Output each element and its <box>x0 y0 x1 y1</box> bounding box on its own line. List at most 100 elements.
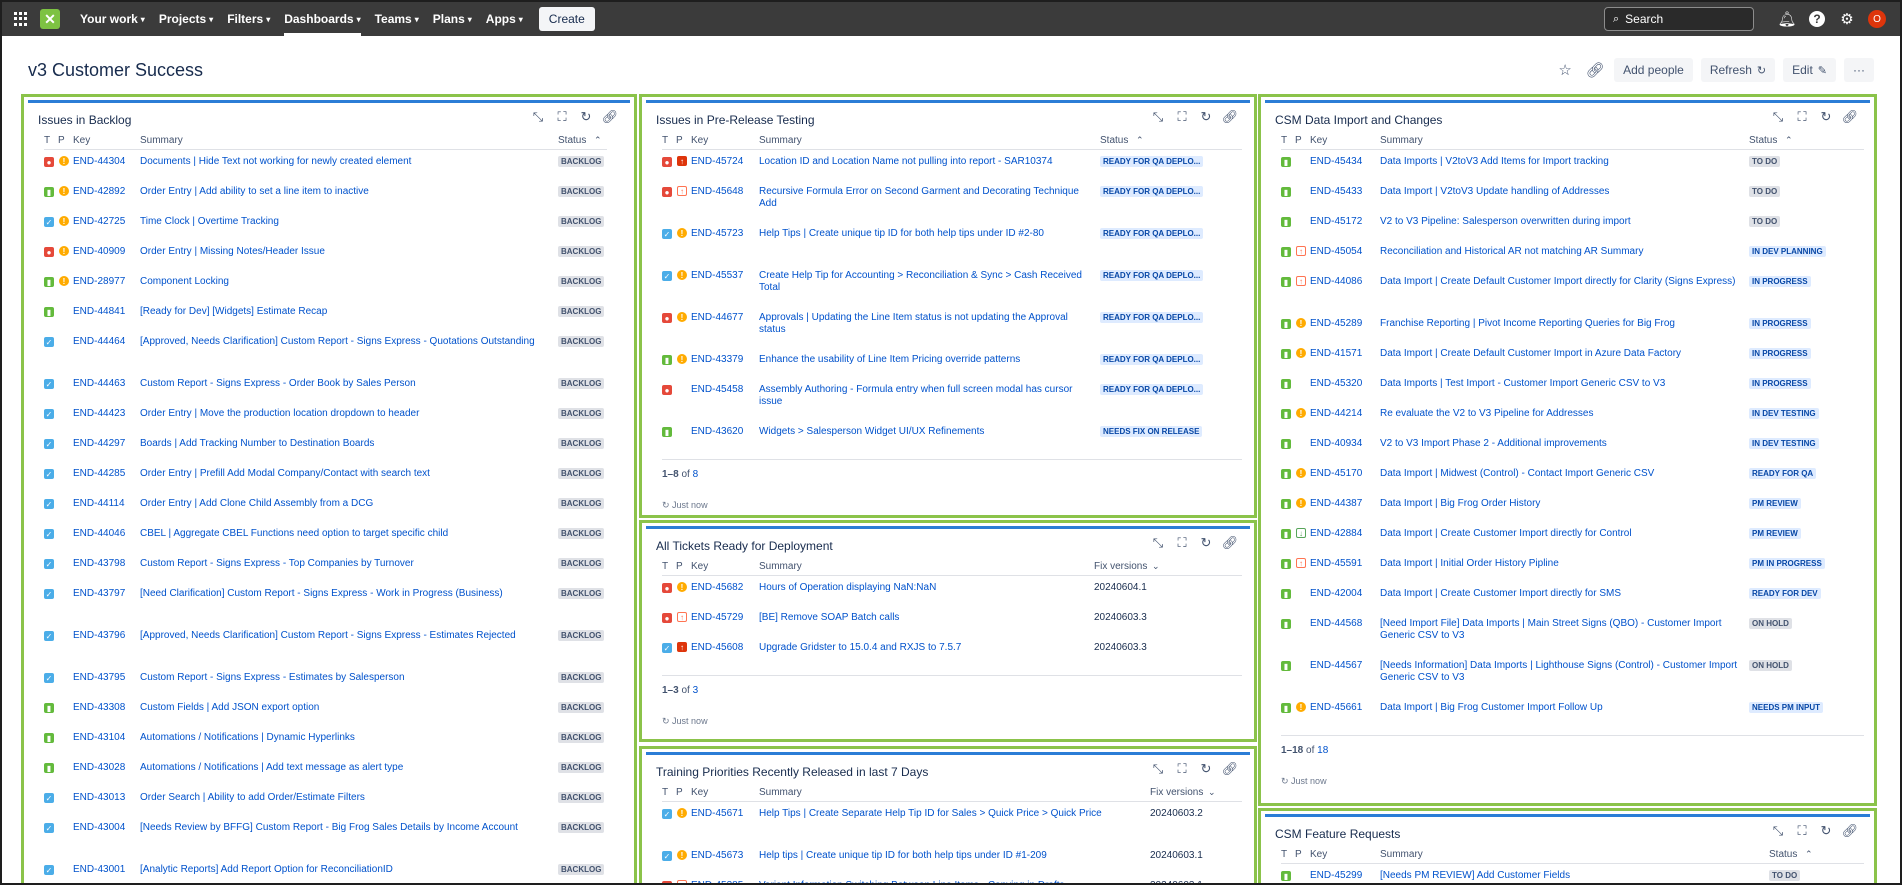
issue-summary-link[interactable]: Custom Report - Signs Express - Estimate… <box>140 672 540 684</box>
issue-summary-link[interactable]: Data Import | Midwest (Control) - Contac… <box>1380 468 1740 480</box>
table-row[interactable]: ▮ END-44841 [Ready for Dev] [Widgets] Esti… <box>44 305 607 335</box>
issue-key-link[interactable]: END-45673 <box>691 850 743 861</box>
issue-summary-link[interactable]: CBEL | Aggregate CBEL Functions need opt… <box>140 528 540 540</box>
issue-key-link[interactable]: END-42004 <box>1310 588 1362 599</box>
col-type-header[interactable]: T <box>44 135 50 149</box>
col-summary-header[interactable]: Summary <box>759 787 802 801</box>
table-row[interactable]: ▮ END-42004 Data Import | Create Customer … <box>1281 587 1864 617</box>
table-row[interactable]: ●! END-40909 Order Entry | Missing Notes/H… <box>44 245 607 275</box>
refresh-icon[interactable]: ↻ <box>1198 761 1214 777</box>
issue-summary-link[interactable]: Custom Report - Signs Express - Order Bo… <box>140 378 540 390</box>
issue-summary-link[interactable]: Create Help Tip for Accounting > Reconci… <box>759 270 1094 294</box>
issue-summary-link[interactable]: Boards | Add Tracking Number to Destinat… <box>140 438 540 450</box>
nav-item-3[interactable]: Dashboards ▾ <box>284 2 361 36</box>
table-row[interactable]: ▮! END-43379 Enhance the usability of Line… <box>662 353 1242 383</box>
minimize-icon[interactable]: ⤡ <box>1150 109 1166 125</box>
logo-icon[interactable]: ✕ <box>40 9 60 29</box>
issue-summary-link[interactable]: Custom Fields | Add JSON export option <box>140 702 540 714</box>
issue-summary-link[interactable]: Data Import | Create Default Customer Im… <box>1380 348 1740 360</box>
issue-key-link[interactable]: END-43797 <box>73 588 125 599</box>
issue-key-link[interactable]: END-40934 <box>1310 438 1362 449</box>
issue-key-link[interactable]: END-44841 <box>73 306 125 317</box>
table-row[interactable]: ▮! END-45170 Data Import | Midwest (Contro… <box>1281 467 1864 497</box>
issue-summary-link[interactable]: Data Imports | V2toV3 Add Items for Impo… <box>1380 156 1740 168</box>
fullscreen-icon[interactable]: ⛶ <box>554 109 570 125</box>
refresh-icon[interactable]: ↻ <box>1818 109 1834 125</box>
issue-key-link[interactable]: END-40909 <box>73 246 125 257</box>
link-icon[interactable]: 🔗︎ <box>1222 535 1239 551</box>
issue-summary-link[interactable]: [Needs PM REVIEW] Add Customer Fields <box>1380 870 1740 882</box>
col-priority-header[interactable]: P <box>676 787 683 801</box>
refresh-icon[interactable]: ↻ <box>1198 109 1214 125</box>
issue-summary-link[interactable]: [Approved, Needs Clarification] Custom R… <box>140 336 540 348</box>
issue-summary-link[interactable]: [Ready for Dev] [Widgets] Estimate Recap <box>140 306 540 318</box>
minimize-icon[interactable]: ⤡ <box>1150 535 1166 551</box>
issue-summary-link[interactable]: V2 to V3 Import Phase 2 - Additional imp… <box>1380 438 1740 450</box>
table-row[interactable]: ✓ END-44464 [Approved, Needs Clarification… <box>44 335 607 377</box>
issue-summary-link[interactable]: [Need Clarification] Custom Report - Sig… <box>140 588 540 600</box>
issue-key-link[interactable]: END-44568 <box>1310 618 1362 629</box>
issue-key-link[interactable]: END-41571 <box>1310 348 1362 359</box>
col-key-header[interactable]: Key <box>691 561 708 575</box>
minimize-icon[interactable]: ⤡ <box>1770 109 1786 125</box>
issue-key-link[interactable]: END-44214 <box>1310 408 1362 419</box>
nav-item-2[interactable]: Filters ▾ <box>227 2 270 36</box>
issue-key-link[interactable]: END-42725 <box>73 216 125 227</box>
col-summary-header[interactable]: Summary <box>759 561 802 575</box>
result-total[interactable]: 18 <box>1317 745 1328 756</box>
issue-key-link[interactable]: END-45320 <box>1310 378 1362 389</box>
table-row[interactable]: ▮ END-45172 V2 to V3 Pipeline: Salesperson… <box>1281 215 1864 245</box>
issue-summary-link[interactable]: [Analytic Reports] Add Report Option for… <box>140 864 540 876</box>
issue-summary-link[interactable]: Hours of Operation displaying NaN:NaN <box>759 582 1079 594</box>
issue-summary-link[interactable]: Re evaluate the V2 to V3 Pipeline for Ad… <box>1380 408 1740 420</box>
issue-key-link[interactable]: END-44046 <box>73 528 125 539</box>
issue-summary-link[interactable]: Documents | Hide Text not working for ne… <box>140 156 540 168</box>
issue-key-link[interactable]: END-43104 <box>73 732 125 743</box>
help-icon-wrap[interactable]: ? <box>1806 8 1828 30</box>
issue-key-link[interactable]: END-45661 <box>1310 702 1362 713</box>
table-row[interactable]: ✓ END-43001 [Analytic Reports] Add Report … <box>44 863 607 883</box>
issue-key-link[interactable]: END-43379 <box>691 354 743 365</box>
col-priority-header[interactable]: P <box>1295 135 1302 149</box>
issue-summary-link[interactable]: Widgets > Salesperson Widget UI/UX Refin… <box>759 426 1094 438</box>
refresh-icon[interactable]: ↻ <box>1198 535 1214 551</box>
table-row[interactable]: ▮! END-41571 Data Import | Create Default … <box>1281 347 1864 377</box>
table-row[interactable]: ▮! END-45289 Franchise Reporting | Pivot I… <box>1281 317 1864 347</box>
issue-summary-link[interactable]: Order Entry | Add ability to set a line … <box>140 186 540 198</box>
create-button[interactable]: Create <box>538 7 595 31</box>
table-row[interactable]: ▮ END-44567 [Needs Information] Data Impor… <box>1281 659 1864 701</box>
table-row[interactable]: ✓ END-44297 Boards | Add Tracking Number t… <box>44 437 607 467</box>
table-row[interactable]: ●! END-45682 Hours of Operation displaying… <box>662 581 1242 611</box>
table-row[interactable]: ▮ ↑ END-45054 Reconciliation and Historical… <box>1281 245 1864 275</box>
issue-summary-link[interactable]: Data Imports | Test Import - Customer Im… <box>1380 378 1740 390</box>
issue-summary-link[interactable]: Order Entry | Prefill Add Modal Company/… <box>140 468 540 480</box>
table-row[interactable]: ▮ END-44568 [Need Import File] Data Import… <box>1281 617 1864 659</box>
link-icon[interactable]: 🔗︎ <box>1842 109 1859 125</box>
issue-summary-link[interactable]: [Need Import File] Data Imports | Main S… <box>1380 618 1740 642</box>
table-row[interactable]: ✓! END-45673 Help tips | Create unique tip… <box>662 849 1242 879</box>
col-status-header[interactable]: Status <box>1749 135 1777 149</box>
issue-key-link[interactable]: END-44567 <box>1310 660 1362 671</box>
col-status-header[interactable]: Status <box>1100 135 1128 149</box>
issue-summary-link[interactable]: [Approved, Needs Clarification] Custom R… <box>140 630 540 642</box>
issue-summary-link[interactable]: Data Import | V2toV3 Update handling of … <box>1380 186 1740 198</box>
col-type-header[interactable]: T <box>662 561 668 575</box>
table-row[interactable]: ▮! END-44214 Re evaluate the V2 to V3 Pipe… <box>1281 407 1864 437</box>
table-row[interactable]: ▮! END-28977 Component Locking BACKLOG <box>44 275 607 305</box>
table-row[interactable]: ✓ END-43795 Custom Report - Signs Express … <box>44 671 607 701</box>
table-row[interactable]: ▮ END-43104 Automations / Notifications | … <box>44 731 607 761</box>
refresh-icon[interactable]: ↻ <box>1818 823 1834 839</box>
col-type-header[interactable]: T <box>1281 135 1287 149</box>
fullscreen-icon[interactable]: ⛶ <box>1174 535 1190 551</box>
issue-summary-link[interactable]: Automations / Notifications | Dynamic Hy… <box>140 732 540 744</box>
issue-key-link[interactable]: END-45608 <box>691 642 743 653</box>
notifications-icon[interactable]: 🔔︎ <box>1776 8 1798 30</box>
issue-summary-link[interactable]: Data Import | Create Customer Import dir… <box>1380 588 1740 600</box>
add-people-button[interactable]: Add people <box>1614 58 1693 82</box>
link-icon[interactable]: 🔗︎ <box>1222 761 1239 777</box>
search-input[interactable]: ⌕ Search <box>1604 7 1754 31</box>
issue-key-link[interactable]: END-45648 <box>691 186 743 197</box>
col-key-header[interactable]: Key <box>691 787 708 801</box>
issue-key-link[interactable]: END-44285 <box>73 468 125 479</box>
col-type-header[interactable]: T <box>662 787 668 801</box>
